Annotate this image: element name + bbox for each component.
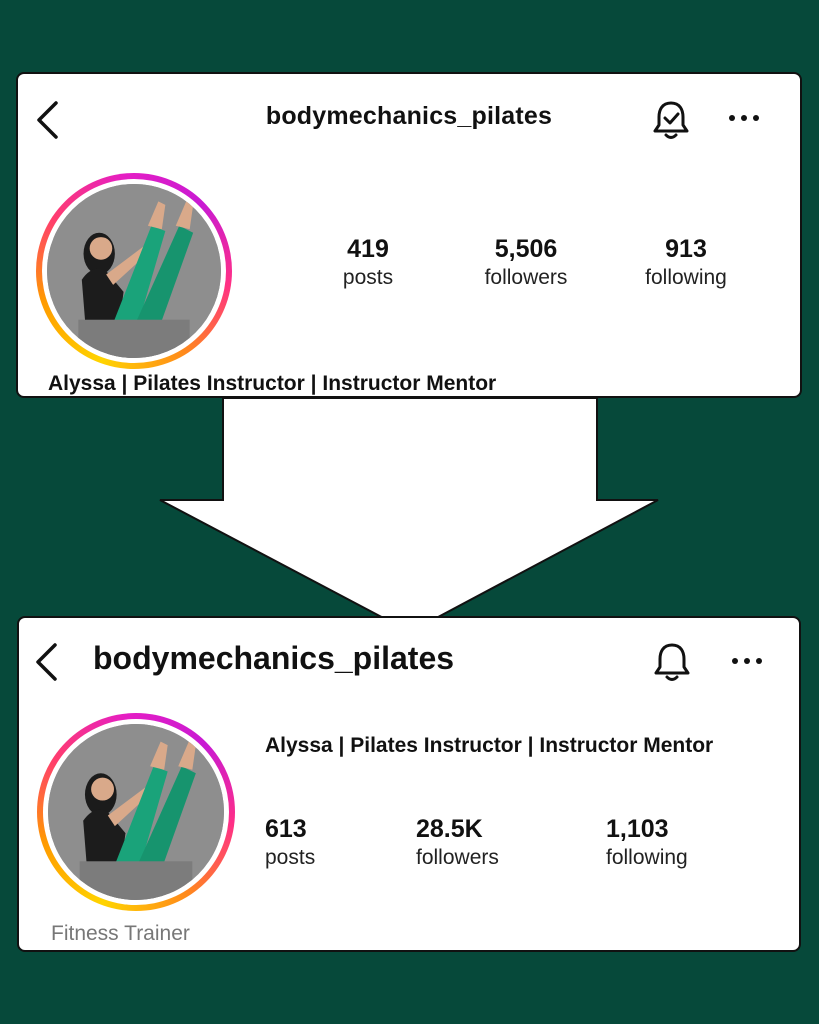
profile-card-before: bodymechanics_pilates 419 posts 5,506 fo… xyxy=(16,72,802,398)
bell-icon[interactable] xyxy=(651,640,693,684)
stat-following[interactable]: 1,103 following xyxy=(606,814,736,872)
stat-followers[interactable]: 28.5K followers xyxy=(416,814,546,872)
profile-photo xyxy=(48,724,224,900)
followers-label: followers xyxy=(416,846,499,869)
more-horizontal-icon[interactable] xyxy=(726,112,762,124)
more-horizontal-icon[interactable] xyxy=(729,655,765,667)
stat-posts[interactable]: 419 posts xyxy=(318,234,418,292)
following-count: 913 xyxy=(665,235,707,263)
stat-following[interactable]: 913 following xyxy=(630,234,742,292)
following-count: 1,103 xyxy=(606,815,669,843)
display-name: Alyssa | Pilates Instructor | Instructor… xyxy=(48,372,497,395)
followers-count: 5,506 xyxy=(494,235,558,263)
following-label: following xyxy=(606,846,688,869)
category-label: Fitness Trainer xyxy=(51,922,190,945)
following-label: following xyxy=(645,266,727,289)
stat-posts[interactable]: 613 posts xyxy=(265,814,365,872)
profile-card-after: bodymechanics_pilates Alyssa | Pilates I… xyxy=(17,616,801,952)
posts-label: posts xyxy=(265,846,316,869)
followers-count: 28.5K xyxy=(416,815,483,843)
stat-followers[interactable]: 5,506 followers xyxy=(466,234,586,292)
profile-photo xyxy=(47,184,221,358)
chevron-left-icon[interactable] xyxy=(33,642,59,682)
profile-username: bodymechanics_pilates xyxy=(93,640,455,676)
avatar[interactable] xyxy=(37,713,235,911)
avatar[interactable] xyxy=(36,173,232,369)
bell-check-icon[interactable] xyxy=(650,98,692,142)
posts-count: 613 xyxy=(265,815,307,843)
followers-label: followers xyxy=(484,266,568,289)
posts-label: posts xyxy=(342,266,394,289)
posts-count: 419 xyxy=(347,235,389,263)
display-name: Alyssa | Pilates Instructor | Instructor… xyxy=(265,734,714,757)
